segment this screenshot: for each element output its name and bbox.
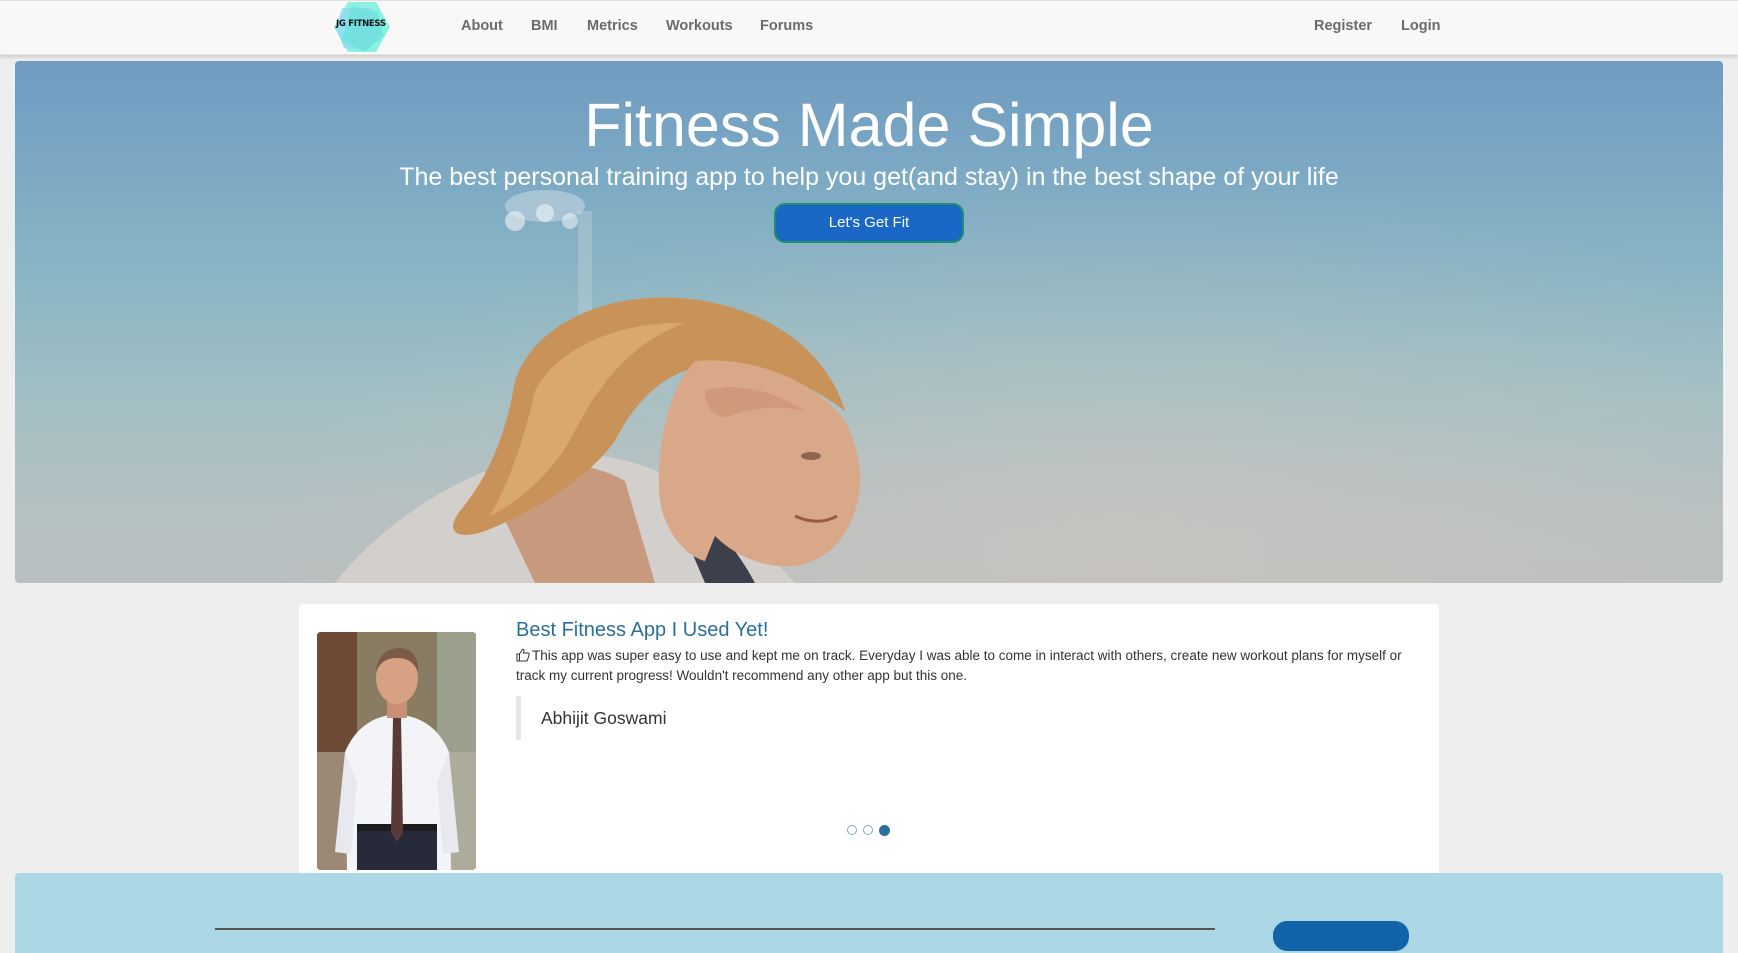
nav-about[interactable]: About [461, 18, 503, 34]
top-navbar: JG FITNESS About BMI Metrics Workouts Fo… [0, 0, 1738, 55]
nav-register[interactable]: Register [1314, 18, 1372, 34]
carousel-dot-2[interactable] [863, 825, 873, 835]
testimonial-avatar [317, 632, 476, 870]
testimonial-author: Abhijit Goswami [516, 696, 916, 740]
hero-title: Fitness Made Simple [584, 91, 1154, 159]
testimonial-title: Best Fitness App I Used Yet! [516, 619, 769, 641]
brand-logo[interactable]: JG FITNESS [334, 2, 390, 52]
carousel-dot-3[interactable] [879, 824, 890, 836]
nav-login[interactable]: Login [1401, 18, 1440, 34]
hero-banner: Fitness Made Simple The best personal tr… [15, 61, 1723, 583]
nav-forums[interactable]: Forums [760, 18, 813, 34]
testimonial-card: Best Fitness App I Used Yet! This app wa… [299, 604, 1439, 874]
testimonial-text: This app was super easy to use and kept … [516, 648, 1402, 683]
thumbs-up-icon [516, 648, 530, 662]
logo-text: JG FITNESS [336, 19, 386, 29]
hero-subtitle: The best personal training app to help y… [399, 163, 1339, 191]
nav-workouts[interactable]: Workouts [666, 18, 733, 34]
next-section-band [15, 873, 1723, 953]
person-photo [317, 632, 476, 870]
band-button[interactable] [1273, 921, 1409, 951]
lets-get-fit-button[interactable]: Let's Get Fit [774, 203, 964, 243]
testimonial-body: This app was super easy to use and kept … [516, 646, 1416, 686]
nav-metrics[interactable]: Metrics [587, 18, 638, 34]
nav-bmi[interactable]: BMI [531, 18, 558, 34]
carousel-dot-1[interactable] [847, 825, 857, 835]
